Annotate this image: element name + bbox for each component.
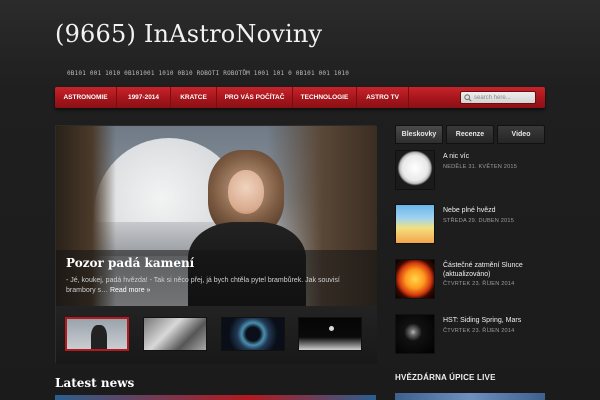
featured-excerpt-text: - Jé, koukej, padá hvězda! - Tak si něco…: [66, 277, 340, 294]
tab-recenze[interactable]: Recenze: [446, 125, 494, 144]
sidebar-post: A nic víc NEDĚLE 31. KVĚTEN 2015: [395, 150, 545, 192]
read-more-link[interactable]: Read more »: [110, 287, 150, 294]
slider-thumb-3[interactable]: [221, 317, 285, 351]
featured-excerpt: - Jé, koukej, padá hvězda! - Tak si něco…: [66, 276, 367, 296]
sidebar-post: HST: Siding Spring, Mars ČTVRTEK 23. ŘÍJ…: [395, 314, 545, 356]
post-title[interactable]: A nic víc: [443, 152, 545, 161]
nav-item-technologie[interactable]: TECHNOLOGIE: [293, 87, 357, 108]
post-thumbnail[interactable]: [395, 150, 435, 190]
live-image[interactable]: [395, 393, 545, 400]
latest-news-heading: Latest news: [55, 376, 135, 390]
post-date: NEDĚLE 31. KVĚTEN 2015: [443, 164, 518, 170]
featured-slider: Pozor padá kamení - Jé, koukej, padá hvě…: [55, 125, 377, 364]
sidebar-post: Nebe plné hvězd STŘEDA 29. DUBEN 2015: [395, 204, 545, 246]
search-placeholder: search here...: [474, 94, 511, 101]
sidebar-post: Částečné zatmění Slunce (aktualizováno) …: [395, 259, 545, 301]
tab-bleskovky[interactable]: Bleskovky: [395, 125, 443, 144]
post-title[interactable]: Nebe plné hvězd: [443, 206, 545, 215]
post-thumbnail[interactable]: [395, 204, 435, 244]
live-heading: HVĚZDÁRNA ÚPICE LIVE: [395, 373, 496, 382]
slider-thumb-4[interactable]: [298, 317, 362, 351]
post-date: ČTVRTEK 23. ŘÍJEN 2014: [443, 281, 515, 287]
slider-thumb-1[interactable]: [65, 317, 129, 351]
nav-item-pro-vas-pocitac[interactable]: PRO VÁS POČÍTAČ: [217, 87, 293, 108]
nav-item-kratce[interactable]: KRATCE: [171, 87, 217, 108]
featured-title[interactable]: Pozor padá kamení: [66, 256, 367, 270]
featured-image[interactable]: Pozor padá kamení - Jé, koukej, padá hvě…: [56, 126, 377, 306]
nav-item-astronomie[interactable]: ASTRONOMIE: [55, 87, 117, 108]
latest-news-strip: [55, 395, 376, 400]
post-thumbnail[interactable]: [395, 314, 435, 354]
post-title[interactable]: HST: Siding Spring, Mars: [443, 316, 545, 325]
post-thumbnail[interactable]: [395, 259, 435, 299]
site-title[interactable]: (9665) InAstroNoviny: [55, 20, 322, 48]
search-icon: [464, 93, 472, 102]
featured-caption: Pozor padá kamení - Jé, koukej, padá hvě…: [56, 250, 377, 306]
post-title[interactable]: Částečné zatmění Slunce (aktualizováno): [443, 261, 545, 279]
site-tagline: 0B101 001 1010 0B101001 1010 0B10 ROBOTI…: [67, 70, 350, 77]
tab-video[interactable]: Video: [497, 125, 545, 144]
main-navigation: ASTRONOMIE 1997-2014 KRATCE PRO VÁS POČÍ…: [55, 87, 545, 108]
nav-item-astro-tv[interactable]: ASTRO TV: [357, 87, 409, 108]
post-date: ČTVRTEK 23. ŘÍJEN 2014: [443, 328, 515, 334]
nav-item-1997-2014[interactable]: 1997-2014: [117, 87, 171, 108]
slider-thumbnails: [56, 306, 377, 364]
sidebar-tabs: Bleskovky Recenze Video: [395, 125, 545, 144]
slider-thumb-2[interactable]: [143, 317, 207, 351]
post-date: STŘEDA 29. DUBEN 2015: [443, 218, 515, 224]
search-input[interactable]: search here...: [460, 91, 536, 104]
